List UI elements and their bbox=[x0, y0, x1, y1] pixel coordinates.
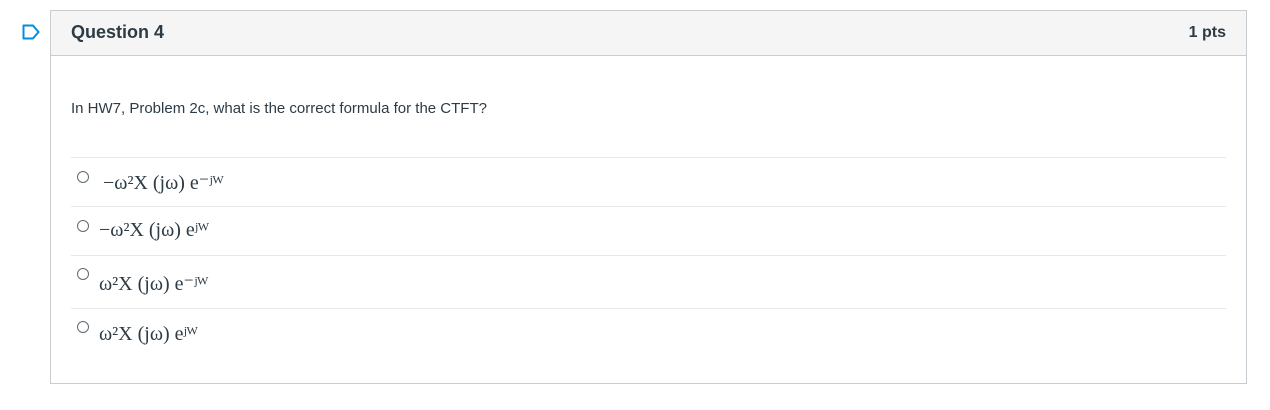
answer-radio-3[interactable] bbox=[77, 268, 89, 280]
answer-option-2[interactable]: −ω²X (jω) eʲᵂ bbox=[71, 207, 1226, 256]
answer-label-1: −ω²X (jω) e⁻ʲᵂ bbox=[103, 172, 224, 194]
question-text: In HW7, Problem 2c, what is the correct … bbox=[71, 100, 487, 117]
answer-label-3: ω²X (jω) e⁻ʲᵂ bbox=[99, 273, 209, 295]
answer-option-3[interactable]: ω²X (jω) e⁻ʲᵂ bbox=[71, 256, 1226, 309]
answer-option-4[interactable]: ω²X (jω) eʲᵂ bbox=[71, 309, 1226, 360]
question-points: 1 pts bbox=[1188, 24, 1226, 41]
answer-radio-4[interactable] bbox=[77, 321, 89, 333]
answer-label-4: ω²X (jω) eʲᵂ bbox=[99, 323, 198, 345]
question-card: Question 4 1 pts In HW7, Problem 2c, wha… bbox=[50, 10, 1247, 384]
flag-question-icon[interactable] bbox=[22, 24, 40, 40]
answer-label-2: −ω²X (jω) eʲᵂ bbox=[99, 219, 209, 241]
question-title: Question 4 bbox=[71, 21, 165, 42]
question-body: In HW7, Problem 2c, what is the correct … bbox=[51, 56, 1246, 360]
answer-radio-1[interactable] bbox=[77, 171, 89, 183]
answer-radio-2[interactable] bbox=[77, 220, 89, 232]
answer-list: −ω²X (jω) e⁻ʲᵂ −ω²X (jω) eʲᵂ ω²X (jω) e⁻… bbox=[71, 157, 1226, 360]
question-header: Question 4 1 pts bbox=[51, 11, 1246, 56]
answer-option-1[interactable]: −ω²X (jω) e⁻ʲᵂ bbox=[71, 158, 1226, 207]
